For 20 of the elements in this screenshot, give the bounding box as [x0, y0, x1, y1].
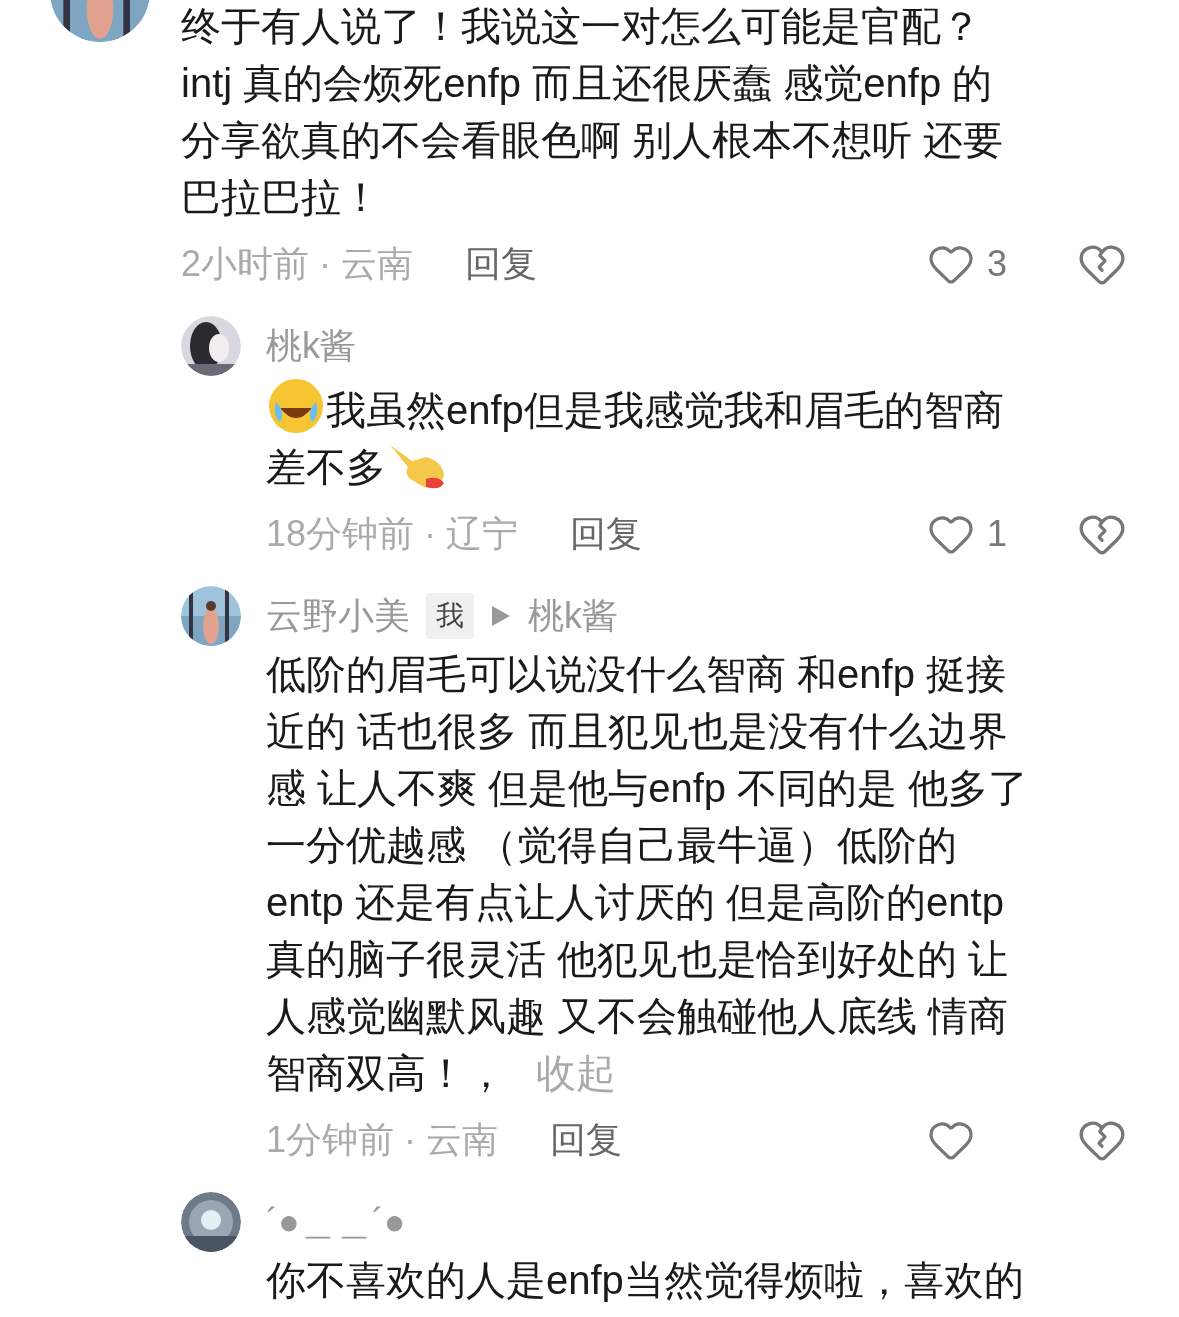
- comment-text: 低阶的眉毛可以说没什么智商 和enfp 挺接 近的 话也很多 而且犯见也是没有什么边界 感 让人不爽 但是他与enfp 不同的是 他多了 一分优越感 （觉得自己最牛逼）低阶的 entp 还是有点让人讨厌的 但是高阶的entp 真的脑子很灵活 他犯见也是恰到好处的 让 人感觉幽默风趣 又不会触碰他人底线 情商 智商双高！， 收起: [266, 651, 1030, 1097]
- triangle-icon: [492, 606, 510, 626]
- self-tag: 我: [426, 593, 474, 639]
- username[interactable]: 桃k酱: [528, 589, 618, 643]
- comment-text: 我虽然enfp但是我感觉我和眉毛的智商 差不多: [266, 376, 1127, 496]
- reply-button[interactable]: 回复: [550, 1113, 622, 1167]
- comment-text: 你不喜欢的人是enfp当然觉得烦啦，喜欢的: [266, 1257, 1025, 1304]
- username[interactable]: 桃k酱: [266, 319, 356, 373]
- collapse-link[interactable]: 收起: [536, 1051, 616, 1095]
- like-button[interactable]: 1: [927, 507, 1037, 561]
- username[interactable]: 云野小美: [266, 589, 410, 643]
- timestamp-location: 2小时前 · 云南: [181, 242, 413, 286]
- comment-text: 终于有人说了！我说这一对怎么可能是官配？ intj 真的会烦死enfp 而且还很厌蠢 感觉enfp 的 分享欲真的不会看眼色啊 别人根本不想听 还要 巴拉巴拉！: [181, 3, 1005, 221]
- username[interactable]: ´●＿＿´●: [266, 1195, 406, 1249]
- timestamp-location: 18分钟前 · 辽宁: [266, 512, 519, 556]
- laughing-emoji-icon: [266, 376, 326, 436]
- like-button[interactable]: 3: [927, 237, 1037, 291]
- reply-button[interactable]: 回复: [465, 237, 537, 291]
- timestamp-location: 1分钟前 · 云南: [266, 1118, 498, 1162]
- reply-button[interactable]: 回复: [570, 507, 643, 561]
